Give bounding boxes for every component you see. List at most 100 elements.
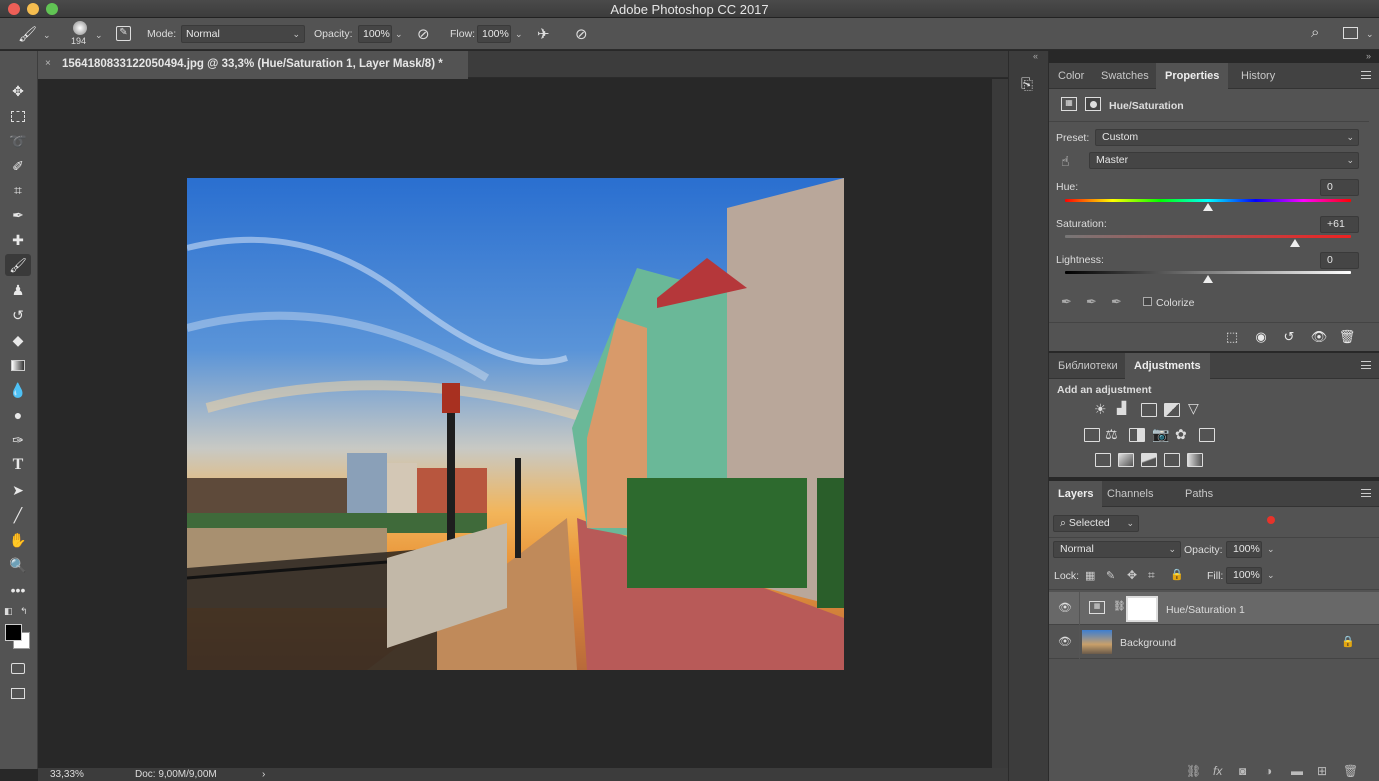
range-select[interactable]: Master ⌄ — [1089, 152, 1359, 169]
marquee-tool-icon[interactable] — [5, 105, 31, 127]
airbrush-icon[interactable]: ✈ — [537, 25, 550, 43]
tab-libraries[interactable]: Библиотеки — [1049, 353, 1127, 379]
workspace-icon[interactable] — [1343, 27, 1358, 39]
posterize-icon[interactable] — [1118, 453, 1134, 467]
opacity-field[interactable]: 100% — [358, 25, 392, 43]
canvas-vertical-scrollbar[interactable] — [992, 79, 1008, 769]
eyedropper-tool-icon[interactable]: ✒ — [5, 204, 31, 226]
filter-toggle-icon[interactable] — [1267, 516, 1275, 524]
status-menu-arrow[interactable]: › — [262, 769, 265, 780]
chevron-down-icon[interactable]: ⌄ — [95, 30, 103, 41]
layer-visibility-eye-icon[interactable]: 👁 — [1058, 601, 1072, 614]
layer-name[interactable]: Hue/Saturation 1 — [1166, 604, 1245, 616]
blur-tool-icon[interactable]: 💧 — [5, 379, 31, 401]
layer-filter-select[interactable]: ⌕ Selected ⌄ — [1053, 515, 1139, 532]
dodge-tool-icon[interactable]: ● — [5, 404, 31, 426]
eyedropper-add-icon[interactable]: ✒ — [1086, 294, 1097, 310]
brush-tool-preset-icon[interactable]: 🖌 — [18, 25, 37, 43]
layer-row-background[interactable]: 👁 Background 🔒 — [1049, 626, 1379, 659]
brush-panel-toggle-icon[interactable]: ✎ — [116, 26, 131, 41]
saturation-slider[interactable] — [1065, 235, 1351, 238]
chevron-down-icon[interactable]: ⌄ — [1267, 544, 1275, 555]
type-tool-icon[interactable]: T — [5, 454, 31, 476]
eraser-tool-icon[interactable]: ◆ — [5, 329, 31, 351]
clone-stamp-tool-icon[interactable]: ♟ — [5, 279, 31, 301]
tab-history[interactable]: History — [1232, 63, 1284, 89]
toggle-visibility-icon[interactable]: 👁 — [1309, 329, 1329, 345]
layer-name[interactable]: Background — [1120, 637, 1176, 649]
lasso-tool-icon[interactable]: ➰ — [5, 130, 31, 152]
document-tab[interactable]: × 1564180833122050494.jpg @ 33,3% (Hue/S… — [38, 51, 468, 79]
invert-icon[interactable] — [1095, 453, 1111, 467]
pressure-size-icon[interactable]: ⊘ — [575, 25, 588, 43]
brush-tool-icon[interactable]: 🖌 — [5, 254, 31, 276]
tab-swatches[interactable]: Swatches — [1092, 63, 1158, 89]
properties-icon[interactable]: ⎘ — [1021, 76, 1033, 93]
lock-transparent-icon[interactable]: ▦ — [1085, 569, 1095, 582]
blend-mode-select[interactable]: Normal ⌄ — [1053, 541, 1181, 558]
screen-mode-icon[interactable] — [5, 682, 31, 704]
chevron-down-icon[interactable]: ⌄ — [43, 30, 51, 41]
exposure-icon[interactable] — [1164, 403, 1180, 417]
history-brush-tool-icon[interactable]: ↺ — [5, 304, 31, 326]
chevron-down-icon[interactable]: ⌄ — [1267, 570, 1275, 581]
crop-tool-icon[interactable]: ⌗ — [5, 179, 31, 201]
chevron-down-icon[interactable]: ⌄ — [1366, 29, 1374, 40]
pressure-opacity-icon[interactable]: ⊘ — [417, 25, 430, 43]
delete-adjustment-icon[interactable]: 🗑 — [1337, 329, 1357, 345]
mask-link-icon[interactable]: ⛓ — [1113, 601, 1126, 612]
lightness-slider-thumb[interactable] — [1203, 275, 1213, 283]
quick-mask-icon[interactable] — [5, 657, 31, 679]
more-tools-icon[interactable]: ••• — [5, 579, 31, 601]
layer-opacity-field[interactable]: 100% — [1226, 541, 1262, 558]
eyedropper-subtract-icon[interactable]: ✒ — [1111, 294, 1122, 310]
color-balance-icon[interactable]: ⚖ — [1105, 426, 1118, 443]
hand-tool-icon[interactable]: ✋ — [5, 529, 31, 551]
lock-position-icon[interactable]: ✥ — [1127, 568, 1137, 582]
new-group-icon[interactable]: ▬ — [1291, 764, 1303, 778]
healing-brush-tool-icon[interactable]: ✚ — [5, 229, 31, 251]
delete-layer-icon[interactable]: 🗑 — [1343, 764, 1358, 778]
photo-filter-icon[interactable]: 📷 — [1152, 426, 1169, 443]
quick-selection-tool-icon[interactable]: ✐ — [5, 155, 31, 177]
close-document-icon[interactable]: × — [45, 58, 51, 69]
search-icon[interactable]: ⌕ — [1311, 24, 1319, 41]
panel-menu-icon[interactable] — [1361, 361, 1371, 369]
link-layers-icon[interactable]: ⛓ — [1186, 764, 1201, 778]
levels-icon[interactable]: ▟ — [1117, 401, 1126, 415]
zoom-level[interactable]: 33,33% — [50, 769, 84, 780]
chevron-down-icon[interactable]: ⌄ — [515, 29, 523, 40]
hue-saturation-icon[interactable] — [1084, 428, 1100, 442]
move-tool-icon[interactable]: ✥ — [5, 80, 31, 102]
mode-select[interactable]: Normal ⌄ — [181, 25, 305, 43]
flow-field[interactable]: 100% — [477, 25, 511, 43]
black-white-icon[interactable] — [1129, 428, 1145, 442]
line-tool-icon[interactable]: ╱ — [5, 504, 31, 526]
tab-paths[interactable]: Paths — [1176, 481, 1222, 507]
tab-properties[interactable]: Properties — [1156, 63, 1229, 89]
add-mask-icon[interactable]: ◙ — [1239, 764, 1246, 778]
default-colors-icon[interactable]: ◧ — [4, 606, 13, 617]
panel-menu-icon[interactable] — [1361, 71, 1371, 79]
view-previous-state-icon[interactable]: ◉ — [1251, 329, 1271, 345]
collapse-icon[interactable]: « — [1033, 51, 1038, 61]
hue-slider-thumb[interactable] — [1203, 203, 1213, 211]
saturation-field[interactable]: +61 — [1320, 216, 1359, 233]
tab-layers[interactable]: Layers — [1049, 481, 1103, 507]
hue-field[interactable]: 0 — [1320, 179, 1359, 196]
layer-mask-thumbnail[interactable] — [1126, 596, 1158, 622]
swap-colors-icon[interactable]: ↰ — [20, 606, 28, 617]
lock-artboard-icon[interactable]: ⌗ — [1148, 568, 1155, 583]
color-lookup-icon[interactable] — [1199, 428, 1215, 442]
layer-thumbnail[interactable] — [1082, 630, 1112, 654]
zoom-tool-icon[interactable]: 🔍 — [5, 554, 31, 576]
preset-select[interactable]: Custom ⌄ — [1095, 129, 1359, 146]
lock-image-icon[interactable]: ✎ — [1106, 569, 1115, 582]
brush-preview-icon[interactable] — [73, 21, 87, 35]
new-layer-icon[interactable]: ⊞ — [1317, 764, 1327, 778]
pen-tool-icon[interactable]: ✑ — [5, 429, 31, 451]
adjustment-icon[interactable]: ▦ — [1061, 97, 1077, 111]
tab-adjustments[interactable]: Adjustments — [1125, 353, 1210, 379]
mask-icon[interactable] — [1085, 97, 1101, 111]
tab-channels[interactable]: Channels — [1098, 481, 1162, 507]
